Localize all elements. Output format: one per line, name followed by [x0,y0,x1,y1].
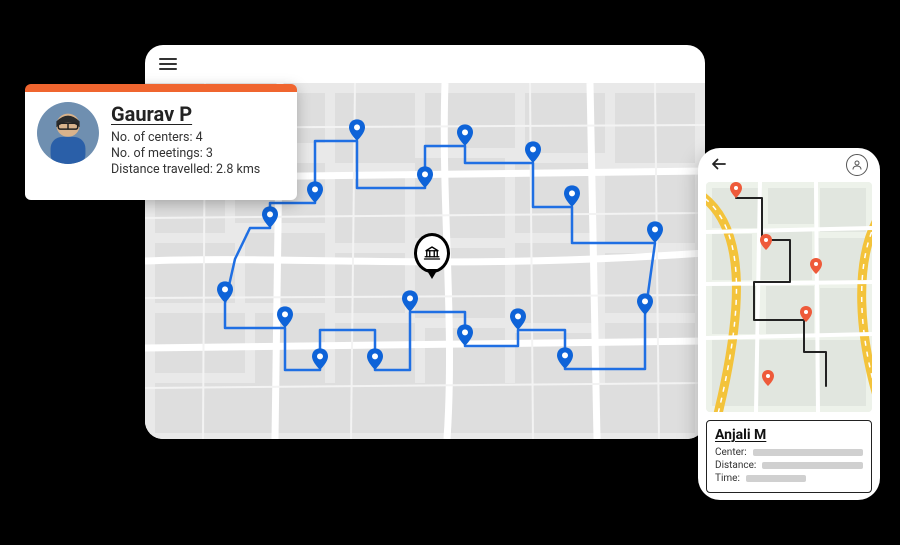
map-pin[interactable] [510,308,526,330]
phone-time-row: Time: [715,473,863,484]
map-pin[interactable] [810,258,822,274]
map-pin[interactable] [402,290,418,312]
placeholder-bar [762,462,863,469]
map-pin[interactable] [637,293,653,315]
desktop-toolbar [145,45,705,83]
agent-distance-line: Distance travelled: 2.8 kms [111,162,285,177]
map-pin[interactable] [349,119,365,141]
bank-icon [414,233,450,273]
phone-agent-name: Anjali M [715,427,863,443]
placeholder-bar [753,449,863,456]
phone-center-row: Center: [715,447,863,458]
map-pin[interactable] [367,348,383,370]
agent-centers-line: No. of centers: 4 [111,130,285,145]
agent-meetings-line: No. of meetings: 3 [111,146,285,161]
profile-icon[interactable] [846,154,868,176]
phone-map[interactable] [706,182,872,412]
phone-center-label: Center: [715,447,747,458]
map-pin[interactable] [564,185,580,207]
map-pin[interactable] [647,221,663,243]
agent-info-card[interactable]: Gaurav P No. of centers: 4 No. of meetin… [25,84,297,200]
map-pin[interactable] [457,324,473,346]
agent-avatar [37,102,99,164]
map-pin[interactable] [525,141,541,163]
map-pin[interactable] [417,166,433,188]
map-pin[interactable] [557,347,573,369]
map-pin[interactable] [277,306,293,328]
map-pin[interactable] [457,124,473,146]
phone-distance-row: Distance: [715,460,863,471]
map-pin[interactable] [762,370,774,386]
map-pin[interactable] [307,181,323,203]
center-marker[interactable] [414,233,450,279]
phone-toolbar [698,148,880,182]
agent-info: Gaurav P No. of centers: 4 No. of meetin… [111,102,285,178]
map-pin[interactable] [760,234,772,250]
map-pin[interactable] [730,182,742,198]
centers-label: No. of centers: [111,130,193,145]
phone-mockup: Anjali M Center: Distance: Time: [698,148,880,500]
map-pin[interactable] [800,306,812,322]
map-pin[interactable] [262,206,278,228]
map-pin[interactable] [217,281,233,303]
phone-time-label: Time: [715,473,740,484]
agent-name: Gaurav P [111,102,285,126]
placeholder-bar [746,475,806,482]
menu-icon[interactable] [159,58,177,71]
meetings-value: 3 [206,146,213,161]
phone-map-background [706,182,872,412]
back-icon[interactable] [710,155,728,176]
centers-value: 4 [196,130,203,145]
distance-label: Distance travelled: [111,162,213,177]
meetings-label: No. of meetings: [111,146,203,161]
distance-value: 2.8 kms [216,162,260,177]
map-pin[interactable] [312,348,328,370]
phone-agent-card[interactable]: Anjali M Center: Distance: Time: [706,420,872,493]
phone-distance-label: Distance: [715,460,756,471]
